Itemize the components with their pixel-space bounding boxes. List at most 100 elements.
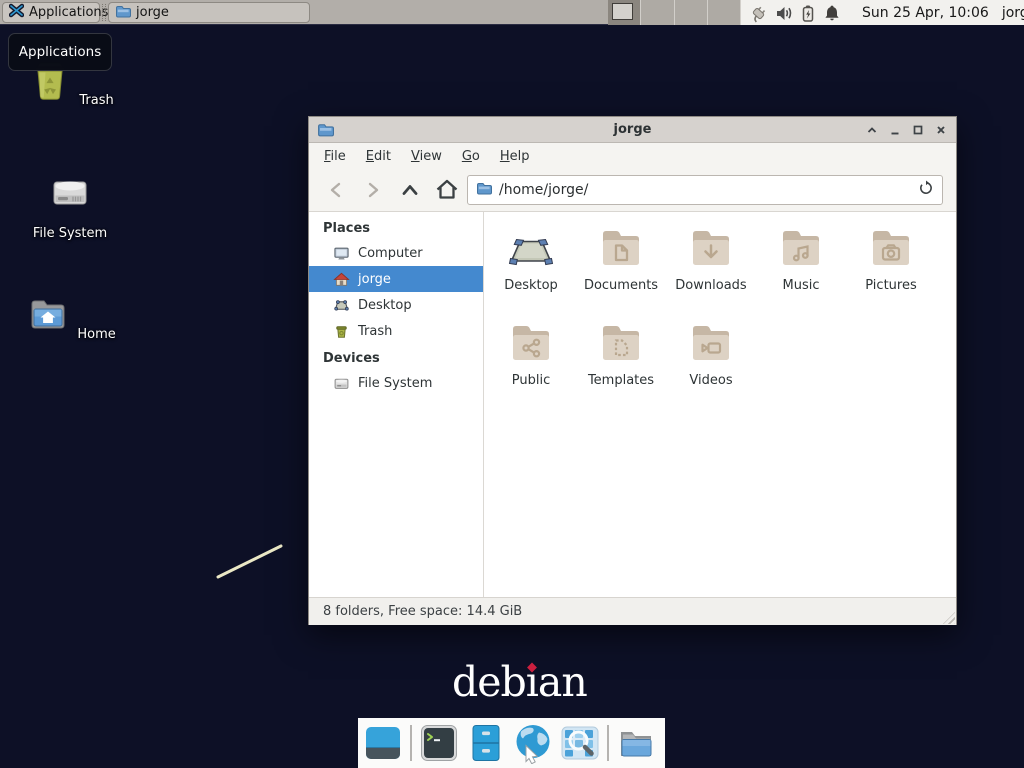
toolbar: /home/jorge/ <box>309 169 956 212</box>
sidebar-header-devices: Devices <box>309 348 483 370</box>
applications-menu-button[interactable]: Applications <box>2 2 100 23</box>
close-button[interactable] <box>931 120 951 140</box>
home-folder-icon <box>24 290 72 338</box>
panel-handle[interactable] <box>102 4 106 21</box>
desktop-icon-label: File System <box>33 226 107 241</box>
show-desktop-button[interactable] <box>363 723 403 763</box>
sidebar-item-file-system[interactable]: File System <box>309 370 483 396</box>
folder-item-desktop[interactable]: Desktop <box>486 225 576 301</box>
menu-file[interactable]: File <box>324 149 346 164</box>
sidebar-item-label: Desktop <box>358 298 412 313</box>
file-manager-launcher[interactable] <box>616 723 656 763</box>
folder-label: Desktop <box>486 278 576 293</box>
app-finder-launcher[interactable] <box>560 723 600 763</box>
pictures-folder-icon <box>867 225 915 273</box>
menubar: File Edit View Go Help <box>309 143 956 169</box>
sidebar-item-desktop[interactable]: Desktop <box>309 292 483 318</box>
computer-icon <box>333 245 350 262</box>
maximize-button[interactable] <box>908 120 928 140</box>
volume-icon[interactable] <box>774 2 794 24</box>
folder-label: Videos <box>666 373 756 388</box>
folder-item-downloads[interactable]: Downloads <box>666 225 756 301</box>
folder-label: Templates <box>576 373 666 388</box>
folder-item-music[interactable]: Music <box>756 225 846 301</box>
desktop-icon <box>333 297 350 314</box>
menu-edit[interactable]: Edit <box>366 149 391 164</box>
up-button[interactable] <box>395 175 425 205</box>
workspace-1[interactable] <box>608 0 641 25</box>
debian-logo-text: deb <box>452 658 526 708</box>
location-bar[interactable]: /home/jorge/ <box>467 175 943 205</box>
sidebar-item-label: File System <box>358 376 432 391</box>
resize-grip[interactable] <box>943 612 955 624</box>
location-folder-icon <box>476 180 492 200</box>
public-folder-icon <box>507 320 555 368</box>
sidebar-item-label: Computer <box>358 246 423 261</box>
notifications-bell-icon[interactable] <box>822 2 842 24</box>
taskbar-window-button[interactable]: jorge <box>108 2 310 23</box>
workspace-4[interactable] <box>708 0 741 25</box>
sidebar-item-label: jorge <box>358 272 391 287</box>
workspace-switcher[interactable] <box>608 0 741 25</box>
sidebar: Places Computer jorge <box>309 212 484 597</box>
dock-separator <box>410 725 412 761</box>
terminal-launcher[interactable] <box>419 723 459 763</box>
menu-view[interactable]: View <box>411 149 442 164</box>
applications-tooltip-text: Applications <box>19 44 101 60</box>
panel-username[interactable]: jorge <box>1002 5 1024 21</box>
folder-item-videos[interactable]: Videos <box>666 320 756 396</box>
desktop-icon-home[interactable]: Home <box>22 290 118 342</box>
location-path[interactable]: /home/jorge/ <box>499 182 918 198</box>
folder-item-pictures[interactable]: Pictures <box>846 225 936 301</box>
folder-item-public[interactable]: Public <box>486 320 576 396</box>
window-titlebar[interactable]: jorge <box>309 117 956 143</box>
menu-help[interactable]: Help <box>500 149 530 164</box>
debian-logo-text-end: an <box>538 658 587 708</box>
statusbar-text: 8 folders, Free space: 14.4 GiB <box>323 604 522 619</box>
back-button[interactable] <box>321 175 351 205</box>
sidebar-item-jorge[interactable]: jorge <box>309 266 483 292</box>
workspace-3[interactable] <box>675 0 708 25</box>
desktop-icon-label: Trash <box>79 93 113 108</box>
desktop-scratch-line <box>212 540 286 582</box>
hard-drive-icon <box>46 168 94 216</box>
battery-icon[interactable] <box>798 2 818 24</box>
file-cabinet-launcher[interactable] <box>466 723 506 763</box>
folder-view[interactable]: Desktop Documents <box>484 212 956 597</box>
home-button[interactable] <box>432 175 462 205</box>
folder-label: Public <box>486 373 576 388</box>
sidebar-item-trash[interactable]: Trash <box>309 318 483 344</box>
forward-button[interactable] <box>358 175 388 205</box>
workspace-window-preview <box>612 3 633 20</box>
top-panel: Applications jorge <box>0 0 1024 25</box>
dock-separator <box>607 725 609 761</box>
app-finder-icon <box>560 722 600 764</box>
applications-menu-icon <box>9 3 24 22</box>
templates-folder-icon <box>597 320 645 368</box>
applications-menu-label: Applications <box>29 5 108 20</box>
folder-item-templates[interactable]: Templates <box>576 320 666 396</box>
menu-go[interactable]: Go <box>462 149 480 164</box>
sidebar-header-places: Places <box>309 218 483 240</box>
desktop-icon-file-system[interactable]: File System <box>22 168 118 241</box>
web-browser-globe-icon <box>513 722 553 764</box>
reload-icon[interactable] <box>918 180 934 200</box>
minimize-button[interactable] <box>885 120 905 140</box>
web-browser-launcher[interactable] <box>513 723 553 763</box>
music-folder-icon <box>777 225 825 273</box>
drive-small-icon <box>333 375 350 392</box>
panel-clock[interactable]: Sun 25 Apr, 10:06 <box>862 5 989 21</box>
taskbar-folder-icon <box>115 3 131 23</box>
file-manager-folder-icon <box>616 723 656 763</box>
applications-tooltip: Applications <box>8 33 112 71</box>
shade-button[interactable] <box>862 120 882 140</box>
workspace-2[interactable] <box>641 0 674 25</box>
folder-label: Downloads <box>666 278 756 293</box>
folder-label: Documents <box>576 278 666 293</box>
folder-label: Music <box>756 278 846 293</box>
sidebar-item-computer[interactable]: Computer <box>309 240 483 266</box>
power-plug-icon[interactable] <box>748 2 770 24</box>
show-desktop-icon <box>363 723 403 763</box>
folder-item-documents[interactable]: Documents <box>576 225 666 301</box>
debian-logo: debıan <box>452 658 587 708</box>
